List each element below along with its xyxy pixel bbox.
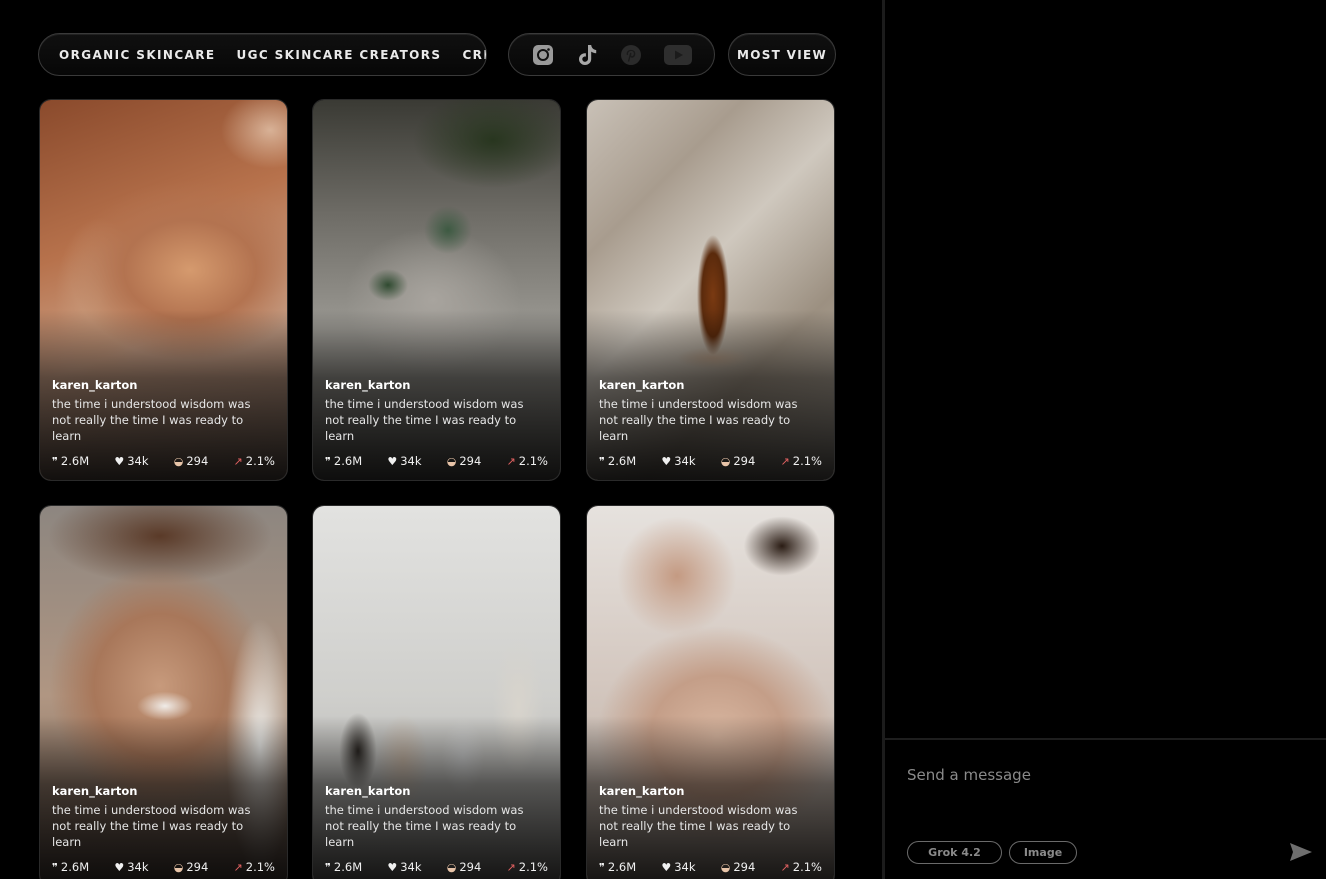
platform-filter-bar: [508, 33, 715, 76]
views-icon: ❞: [599, 860, 605, 874]
views-icon: ❞: [52, 860, 58, 874]
post-card[interactable]: karen_karton the time i understood wisdo…: [39, 505, 288, 879]
category-organic-skincare[interactable]: ORGANIC SKINCARE: [59, 48, 215, 62]
engagement-stat: ↗ 2.1%: [506, 454, 548, 468]
likes-stat: ♥ 34k: [387, 454, 422, 468]
views-icon: ❞: [52, 454, 58, 468]
post-caption: the time i understood wisdom was not rea…: [599, 803, 798, 849]
likes-stat: ♥ 34k: [387, 860, 422, 874]
post-card[interactable]: karen_karton the time i understood wisdo…: [312, 99, 561, 481]
views-stat: ❞ 2.6M: [325, 454, 363, 468]
comments-stat: ◒ 294: [173, 860, 209, 874]
views-stat: ❞ 2.6M: [599, 454, 637, 468]
post-card[interactable]: karen_karton the time i understood wisdo…: [312, 505, 561, 879]
comments-stat: ◒ 294: [446, 860, 482, 874]
post-stats: ❞ 2.6M ♥ 34k ◒ 294 ↗ 2.1%: [325, 454, 548, 468]
model-select-chip[interactable]: Grok 4.2: [907, 841, 1002, 864]
post-caption: the time i understood wisdom was not rea…: [325, 803, 524, 849]
chart-icon: ↗: [233, 454, 243, 468]
post-stats: ❞ 2.6M ♥ 34k ◒ 294 ↗ 2.1%: [325, 860, 548, 874]
tiktok-icon[interactable]: [574, 42, 600, 68]
send-icon[interactable]: [1289, 842, 1313, 862]
post-stats: ❞ 2.6M ♥ 34k ◒ 294 ↗ 2.1%: [599, 454, 822, 468]
post-username[interactable]: karen_karton: [325, 378, 548, 392]
comment-icon: ◒: [173, 454, 184, 468]
category-creamc[interactable]: CREAMC: [462, 48, 486, 62]
heart-icon: ♥: [387, 454, 398, 468]
post-stats: ❞ 2.6M ♥ 34k ◒ 294 ↗ 2.1%: [52, 454, 275, 468]
heart-icon: ♥: [661, 454, 672, 468]
views-stat: ❞ 2.6M: [52, 860, 90, 874]
post-card[interactable]: karen_karton the time i understood wisdo…: [39, 99, 288, 481]
post-username[interactable]: karen_karton: [599, 378, 822, 392]
comments-stat: ◒ 294: [446, 454, 482, 468]
views-icon: ❞: [325, 860, 331, 874]
post-caption: the time i understood wisdom was not rea…: [325, 397, 524, 443]
views-stat: ❞ 2.6M: [52, 454, 90, 468]
image-chip[interactable]: Image: [1009, 841, 1077, 864]
likes-stat: ♥ 34k: [114, 860, 149, 874]
comment-icon: ◒: [720, 860, 731, 874]
sort-label: MOST VIEW: [736, 47, 828, 62]
engagement-stat: ↗ 2.1%: [233, 454, 275, 468]
post-card[interactable]: karen_karton the time i understood wisdo…: [586, 99, 835, 481]
sort-most-view-button[interactable]: MOST VIEW: [728, 33, 836, 76]
comment-icon: ◒: [173, 860, 184, 874]
views-icon: ❞: [599, 454, 605, 468]
post-username[interactable]: karen_karton: [52, 784, 275, 798]
post-username[interactable]: karen_karton: [325, 784, 548, 798]
chart-icon: ↗: [506, 860, 516, 874]
post-stats: ❞ 2.6M ♥ 34k ◒ 294 ↗ 2.1%: [599, 860, 822, 874]
post-username[interactable]: karen_karton: [599, 784, 822, 798]
engagement-stat: ↗ 2.1%: [233, 860, 275, 874]
chart-icon: ↗: [506, 454, 516, 468]
views-stat: ❞ 2.6M: [325, 860, 363, 874]
comment-icon: ◒: [720, 454, 731, 468]
post-card[interactable]: karen_karton the time i understood wisdo…: [586, 505, 835, 879]
engagement-stat: ↗ 2.1%: [506, 860, 548, 874]
heart-icon: ♥: [114, 454, 125, 468]
heart-icon: ♥: [661, 860, 672, 874]
instagram-icon[interactable]: [530, 42, 556, 68]
youtube-icon[interactable]: [662, 42, 694, 68]
post-caption: the time i understood wisdom was not rea…: [52, 803, 251, 849]
chart-icon: ↗: [233, 860, 243, 874]
heart-icon: ♥: [114, 860, 125, 874]
post-caption: the time i understood wisdom was not rea…: [599, 397, 798, 443]
heart-icon: ♥: [387, 860, 398, 874]
post-caption: the time i understood wisdom was not rea…: [52, 397, 251, 443]
comment-icon: ◒: [446, 454, 457, 468]
message-composer: Grok 4.2 Image: [885, 738, 1326, 879]
content-panel: ORGANIC SKINCARE UGC SKINCARE CREATORS C…: [0, 0, 884, 879]
message-input[interactable]: [907, 766, 1297, 784]
category-filter-bar: ORGANIC SKINCARE UGC SKINCARE CREATORS C…: [38, 33, 487, 76]
chart-icon: ↗: [780, 860, 790, 874]
likes-stat: ♥ 34k: [661, 454, 696, 468]
comments-stat: ◒ 294: [720, 860, 756, 874]
category-ugc-skincare-creators[interactable]: UGC SKINCARE CREATORS: [236, 48, 441, 62]
engagement-stat: ↗ 2.1%: [780, 454, 822, 468]
chat-panel: Grok 4.2 Image: [885, 0, 1326, 879]
post-stats: ❞ 2.6M ♥ 34k ◒ 294 ↗ 2.1%: [52, 860, 275, 874]
comments-stat: ◒ 294: [173, 454, 209, 468]
views-icon: ❞: [325, 454, 331, 468]
post-username[interactable]: karen_karton: [52, 378, 275, 392]
pinterest-icon[interactable]: [618, 42, 644, 68]
engagement-stat: ↗ 2.1%: [780, 860, 822, 874]
views-stat: ❞ 2.6M: [599, 860, 637, 874]
likes-stat: ♥ 34k: [114, 454, 149, 468]
likes-stat: ♥ 34k: [661, 860, 696, 874]
comments-stat: ◒ 294: [720, 454, 756, 468]
chart-icon: ↗: [780, 454, 790, 468]
comment-icon: ◒: [446, 860, 457, 874]
